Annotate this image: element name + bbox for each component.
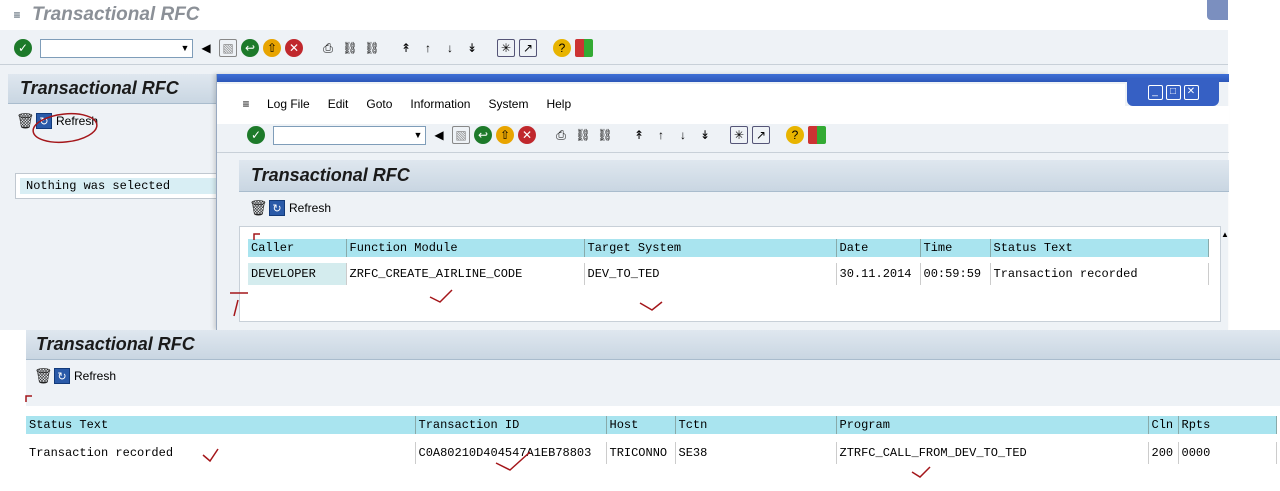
- arrow-mark: [230, 292, 248, 317]
- refresh-circle-mark: [32, 112, 98, 144]
- red-annotations: [25, 112, 931, 478]
- program-check-mark: [911, 466, 931, 478]
- transaction-id-check-mark: [495, 451, 531, 471]
- target-system-check-mark: [639, 301, 663, 311]
- function-module-check-mark: [429, 289, 453, 303]
- corner-mark: [25, 233, 260, 402]
- status-check-mark: [202, 448, 219, 463]
